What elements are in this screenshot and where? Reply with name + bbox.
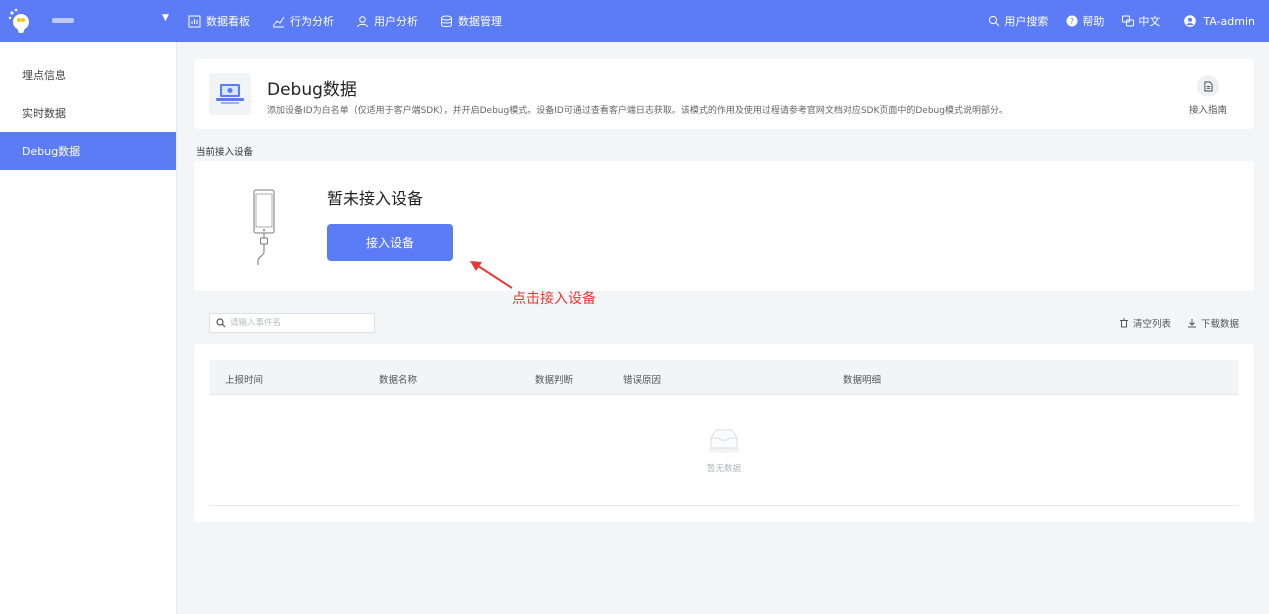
nav-label: 数据管理 [458, 15, 502, 28]
page-description: 添加设备ID为白名单（仅适用于客户端SDK），并开启Debug模式。设备ID可通… [267, 106, 1008, 116]
page-title: Debug数据 [267, 80, 357, 100]
svg-text:?: ? [1070, 17, 1074, 26]
language-label: 中文 [1138, 15, 1161, 28]
section-label-current-device: 当前接入设备 [196, 147, 254, 158]
download-data-button[interactable]: 下载数据 [1187, 316, 1239, 330]
sidebar-item-realtime-data[interactable]: 实时数据 [0, 94, 176, 132]
trend-chart-icon [272, 16, 285, 27]
trash-icon [1119, 318, 1128, 328]
device-card: 暂未接入设备 接入设备 [194, 161, 1254, 291]
table-toolbar: 清空列表 下载数据 [1119, 316, 1239, 330]
nav-item-data-management[interactable]: 数据管理 [440, 13, 502, 29]
connect-device-button[interactable]: 接入设备 [327, 224, 453, 261]
user-menu[interactable]: TA-admin [1184, 15, 1255, 28]
no-device-title: 暂未接入设备 [327, 189, 424, 208]
debug-data-table: 上报时间 数据名称 数据判断 错误原因 数据明细 暂无数据 [194, 344, 1254, 522]
column-header-data-judgement: 数据判断 [535, 375, 574, 386]
annotation-text: 点击接入设备 [512, 291, 596, 307]
clear-list-button[interactable]: 清空列表 [1119, 316, 1171, 330]
user-search-label: 用户搜索 [1004, 15, 1049, 28]
username: TA-admin [1203, 14, 1255, 28]
nav-item-behavior-analysis[interactable]: 行为分析 [272, 13, 334, 29]
sidebar-item-tracking-info[interactable]: 埋点信息 [0, 56, 176, 94]
logo-icon[interactable] [6, 6, 36, 36]
nav-label: 数据看板 [206, 15, 250, 28]
chevron-down-icon: ▼ [162, 13, 169, 23]
dashboard-icon [188, 15, 201, 27]
project-name-redacted [52, 17, 74, 23]
topbar-right: 用户搜索 ? 帮助 中文 TA-admin [988, 0, 1255, 42]
debug-illustration-icon [209, 73, 251, 115]
empty-state-text: 暂无数据 [706, 464, 741, 474]
nav-item-dashboard[interactable]: 数据看板 [188, 13, 250, 29]
clear-list-label: 清空列表 [1132, 319, 1171, 330]
page-header-card: Debug数据 添加设备ID为白名单（仅适用于客户端SDK），并开启Debug模… [194, 59, 1254, 129]
access-guide-label: 接入指南 [1188, 105, 1227, 116]
database-icon [441, 15, 452, 27]
sidebar-item-label: 实时数据 [22, 107, 66, 120]
access-guide-button[interactable]: 接入指南 [1186, 75, 1230, 116]
column-header-error-reason: 错误原因 [623, 375, 662, 386]
column-header-report-time: 上报时间 [225, 375, 264, 386]
document-icon [1197, 75, 1219, 97]
event-search-box [209, 313, 375, 333]
sidebar-item-label: 埋点信息 [22, 69, 66, 82]
help-button[interactable]: ? 帮助 [1066, 13, 1104, 29]
download-data-label: 下载数据 [1200, 319, 1239, 330]
translate-icon [1122, 15, 1135, 27]
main-nav: 数据看板 行为分析 用户分析 数据管理 [188, 0, 502, 42]
user-icon [357, 15, 368, 27]
top-navigation-bar: ▼ 数据看板 行为分析 用户分析 数据管理 用户搜索 ? 帮助 中文 TA-ad… [0, 0, 1269, 42]
annotation-arrow-icon [470, 261, 513, 289]
empty-inbox-icon [708, 429, 740, 453]
table-bottom-divider [209, 505, 1239, 506]
user-search-button[interactable]: 用户搜索 [988, 13, 1048, 29]
search-icon [989, 15, 1000, 27]
phone-illustration-icon [253, 189, 275, 265]
nav-item-user-analysis[interactable]: 用户分析 [356, 13, 418, 29]
event-search-input[interactable] [230, 318, 370, 328]
column-header-data-detail: 数据明细 [843, 375, 882, 386]
sidebar-item-label: Debug数据 [22, 145, 81, 158]
table-header: 上报时间 数据名称 数据判断 错误原因 数据明细 [209, 360, 1239, 395]
language-switch[interactable]: 中文 [1122, 13, 1160, 29]
help-icon: ? [1066, 15, 1078, 27]
search-icon [216, 318, 226, 328]
nav-label: 用户分析 [374, 15, 418, 28]
avatar-icon [1184, 15, 1197, 27]
column-header-data-name: 数据名称 [379, 375, 418, 386]
sidebar-item-debug-data[interactable]: Debug数据 [0, 132, 176, 170]
sidebar: 埋点信息 实时数据 Debug数据 [0, 42, 177, 614]
help-label: 帮助 [1082, 15, 1105, 28]
download-icon [1187, 319, 1196, 328]
nav-label: 行为分析 [290, 15, 334, 28]
project-selector[interactable]: ▼ [52, 13, 169, 23]
